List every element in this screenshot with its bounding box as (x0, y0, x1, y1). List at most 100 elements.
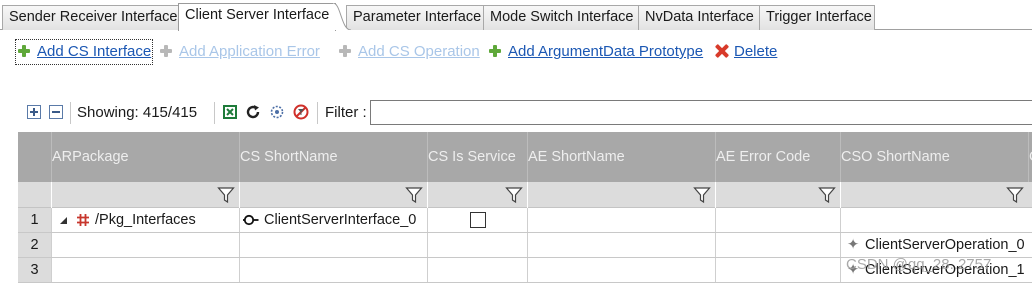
toolbar-separator (317, 102, 318, 124)
add-cs-interface-label: Add CS Interface (37, 43, 152, 60)
filter-settings-icon[interactable] (269, 104, 285, 120)
cell-arpackage[interactable] (51, 258, 239, 282)
column-header-label: CS ShortName (240, 149, 338, 165)
cell-ae-shortname[interactable] (527, 208, 715, 232)
funnel-icon[interactable] (1006, 186, 1024, 204)
tab-parameter-interface[interactable]: Parameter Interface (346, 5, 484, 30)
column-header-label: CS Is Service (428, 149, 516, 165)
cell-cso-shortname[interactable]: ✦ ClientServerOperation_0 (840, 233, 1032, 257)
funnel-icon[interactable] (405, 186, 423, 204)
table-header-row: ARPackage CS ShortName CS Is Service AE … (18, 132, 1032, 182)
tab-label: NvData Interface (645, 9, 754, 25)
tab-label: Client Server Interface (185, 7, 330, 23)
cell-cs-is-service[interactable] (427, 208, 527, 232)
tab-nvdata-interface[interactable]: NvData Interface (638, 5, 760, 30)
cell-ae-error-code[interactable] (715, 233, 840, 257)
add-application-error-label: Add Application Error (179, 43, 320, 60)
cell-ae-error-code[interactable] (715, 258, 840, 282)
funnel-icon[interactable] (505, 186, 523, 204)
column-filter-arpackage[interactable] (51, 182, 239, 208)
tab-client-server-interface[interactable]: Client Server Interface (178, 3, 336, 31)
table-row[interactable]: 1 /Pkg_Interfaces ClientServerInterface_… (18, 208, 1032, 233)
column-header-label: CSO ShortName (841, 149, 950, 165)
column-filter-cs-is-service[interactable] (427, 182, 527, 208)
row-number-header (18, 132, 51, 182)
tab-curve-decoration (333, 3, 351, 30)
column-header-cso-shortname[interactable]: CSO ShortName (840, 132, 1028, 182)
table-row[interactable]: 2 ✦ ClientServerOperation_0 (18, 233, 1032, 258)
showing-count: Showing: 415/415 (77, 104, 198, 121)
tab-label: Trigger Interface (766, 9, 872, 25)
tab-label: Parameter Interface (353, 9, 482, 25)
funnel-icon[interactable] (217, 186, 235, 204)
column-header-ae-error-code[interactable]: AE Error Code (715, 132, 840, 182)
column-header-next[interactable]: C (1028, 132, 1032, 182)
cell-ae-error-code[interactable] (715, 208, 840, 232)
column-filter-ae-error-code[interactable] (715, 182, 840, 208)
row-number: 1 (18, 208, 51, 232)
funnel-icon[interactable] (693, 186, 711, 204)
tree-expanded-icon[interactable] (59, 216, 68, 225)
toolbar-separator (214, 102, 215, 124)
cell-arpackage[interactable] (51, 233, 239, 257)
arpackage-value: /Pkg_Interfaces (95, 212, 196, 228)
delete-icon (715, 44, 729, 58)
row-number: 2 (18, 233, 51, 257)
add-icon (17, 44, 31, 58)
package-icon (77, 214, 89, 226)
watermark-text: CSDN @qq_28..2757 (846, 256, 992, 273)
operation-icon: ✦ (847, 237, 860, 253)
cell-cs-shortname[interactable]: ClientServerInterface_0 (239, 208, 427, 232)
action-toolbar: Add CS Interface Add Application Error A… (0, 38, 1032, 68)
export-excel-icon[interactable] (222, 104, 238, 120)
column-filter-ae-shortname[interactable] (527, 182, 715, 208)
column-filter-row (18, 182, 1032, 208)
clear-filter-icon[interactable] (293, 104, 309, 120)
collapse-all-icon[interactable] (48, 104, 64, 120)
cso-shortname-value: ClientServerOperation_0 (865, 237, 1025, 253)
tab-mode-switch-interface[interactable]: Mode Switch Interface (483, 5, 639, 30)
column-header-label: AE Error Code (716, 149, 811, 165)
expand-all-icon[interactable] (26, 104, 42, 120)
add-icon (488, 44, 502, 58)
column-filter-cs-shortname[interactable] (239, 182, 427, 208)
column-header-cs-shortname[interactable]: CS ShortName (239, 132, 427, 182)
add-cs-interface-button[interactable]: Add CS Interface (14, 39, 154, 65)
add-argument-data-prototype-button[interactable]: Add ArgumentData Prototype (488, 41, 703, 63)
delete-button[interactable]: Delete (715, 41, 777, 63)
tab-sender-receiver-interface[interactable]: Sender Receiver Interface (2, 5, 180, 30)
add-cs-operation-button[interactable]: Add CS Operation (338, 41, 480, 63)
cell-cso-shortname[interactable] (840, 208, 1028, 232)
tab-label: Mode Switch Interface (490, 9, 634, 25)
toolbar-separator (70, 102, 71, 124)
cs-shortname-value: ClientServerInterface_0 (264, 212, 417, 228)
cell-arpackage[interactable]: /Pkg_Interfaces (51, 208, 239, 232)
cell-cs-is-service[interactable] (427, 258, 527, 282)
delete-label: Delete (734, 43, 778, 60)
refresh-icon[interactable] (245, 104, 261, 120)
cell-cs-is-service[interactable] (427, 233, 527, 257)
client-server-interface-icon (243, 214, 259, 226)
cell-ae-shortname[interactable] (527, 258, 715, 282)
add-icon (159, 44, 173, 58)
add-icon (338, 44, 352, 58)
funnel-icon[interactable] (818, 186, 836, 204)
column-header-label: ARPackage (52, 149, 129, 165)
column-header-arpackage[interactable]: ARPackage (51, 132, 239, 182)
tab-trigger-interface[interactable]: Trigger Interface (759, 5, 875, 30)
cell-ae-shortname[interactable] (527, 233, 715, 257)
add-argument-data-prototype-label: Add ArgumentData Prototype (508, 43, 704, 60)
cell-cs-shortname[interactable] (239, 233, 427, 257)
editor-tab-strip: Sender Receiver Interface Client Server … (0, 0, 1032, 31)
cell-cs-shortname[interactable] (239, 258, 427, 282)
column-header-label: AE ShortName (528, 149, 625, 165)
filter-input[interactable] (370, 100, 1032, 125)
column-filter-cso-shortname[interactable] (840, 182, 1028, 208)
add-cs-operation-label: Add CS Operation (358, 43, 480, 60)
add-application-error-button[interactable]: Add Application Error (159, 41, 320, 63)
filter-toolbar: Showing: 415/415 Filter : (0, 100, 1032, 126)
column-header-cs-is-service[interactable]: CS Is Service (427, 132, 527, 182)
column-header-ae-shortname[interactable]: AE ShortName (527, 132, 715, 182)
cs-is-service-checkbox[interactable] (470, 212, 486, 228)
filter-row-corner (18, 182, 51, 208)
